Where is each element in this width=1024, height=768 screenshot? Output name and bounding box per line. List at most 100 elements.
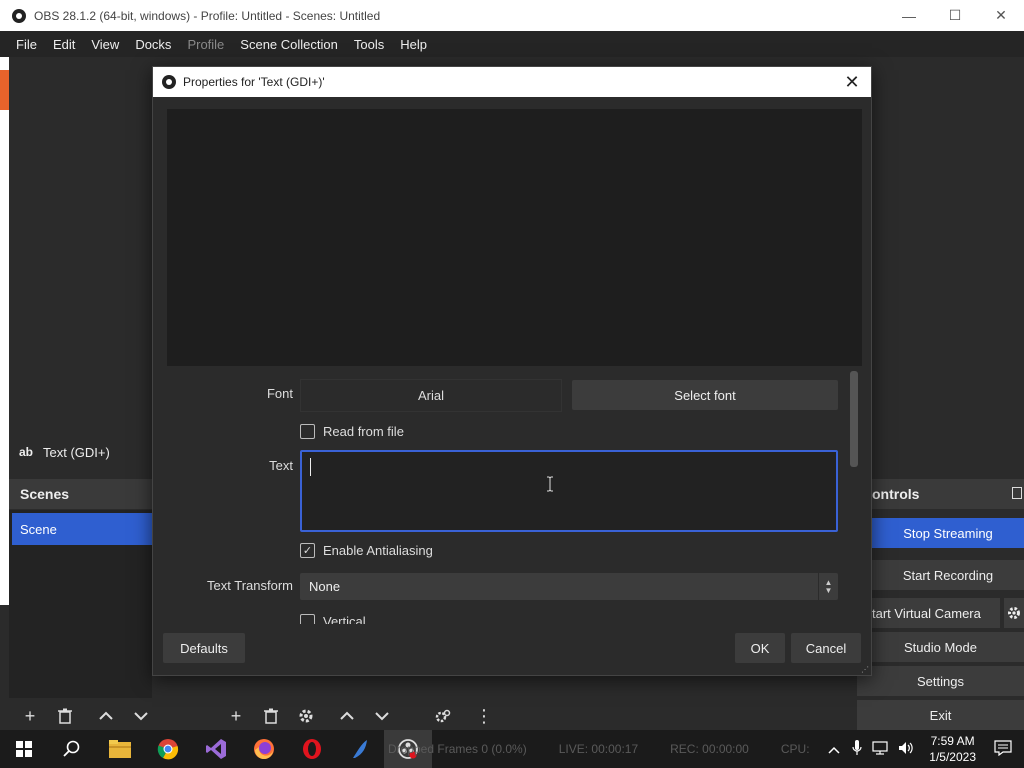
scene-up-icon[interactable] <box>92 701 120 731</box>
text-label: Text <box>269 458 293 473</box>
cancel-button[interactable]: Cancel <box>791 633 861 663</box>
text-transform-select[interactable]: None ▲ ▼ <box>300 573 838 600</box>
close-button[interactable]: ✕ <box>978 0 1024 31</box>
vertical-label: Vertical <box>323 614 366 624</box>
menu-help[interactable]: Help <box>392 37 435 52</box>
add-source-icon[interactable]: + <box>222 701 250 731</box>
menu-edit[interactable]: Edit <box>45 37 83 52</box>
studio-mode-button[interactable]: Studio Mode <box>857 632 1024 662</box>
vertical-checkbox[interactable]: Vertical <box>300 614 366 624</box>
defaults-button[interactable]: Defaults <box>163 633 245 663</box>
app-wing-icon[interactable] <box>336 730 384 768</box>
menu-scene-collection[interactable]: Scene Collection <box>232 37 346 52</box>
settings-button[interactable]: Settings <box>857 666 1024 696</box>
vertical-row-clip: Vertical <box>293 612 853 624</box>
menu-tools[interactable]: Tools <box>346 37 392 52</box>
stop-streaming-button[interactable]: Stop Streaming <box>872 518 1024 548</box>
dialog-titlebar: Properties for 'Text (GDI+)' ✕ <box>153 67 871 97</box>
scene-down-icon[interactable] <box>127 701 155 731</box>
properties-scrollbar[interactable] <box>850 371 858 467</box>
updown-arrows-icon: ▲ ▼ <box>818 573 838 600</box>
cpu-text: CPU: <box>780 742 810 756</box>
system-tray: 7:59 AM 1/5/2023 <box>821 730 1024 768</box>
text-caret <box>310 458 311 476</box>
resize-grip-icon[interactable]: ⋰ <box>861 665 869 674</box>
font-value: Arial <box>417 388 444 403</box>
text-transform-value: None <box>309 579 341 594</box>
clock[interactable]: 7:59 AM 1/5/2023 <box>929 733 976 765</box>
obs-logo-icon <box>12 8 26 23</box>
menu-file[interactable]: File <box>8 37 45 52</box>
start-icon[interactable] <box>0 730 48 768</box>
virtual-camera-gear-icon[interactable] <box>1004 598 1024 628</box>
window-title: OBS 28.1.2 (64-bit, windows) - Profile: … <box>34 8 381 23</box>
audio-settings-gear-icon[interactable] <box>429 701 457 731</box>
obs-logo-icon <box>162 75 176 89</box>
chrome-icon[interactable] <box>144 730 192 768</box>
preview-strip <box>0 57 9 605</box>
sources-toolbar: + <box>213 701 418 731</box>
live-time-text: LIVE: 00:00:17 <box>558 742 639 756</box>
obs-screen: { "window": {"title": "OBS 28.1.2 (64-bi… <box>0 0 1024 768</box>
exit-button[interactable]: Exit <box>857 700 1024 730</box>
font-display: Arial <box>300 379 562 412</box>
remove-scene-icon[interactable] <box>51 701 79 731</box>
undock-icon[interactable] <box>1012 487 1022 499</box>
checkbox-checked-icon: ✓ <box>300 543 315 558</box>
mixer-toolbar: ⋮ <box>422 701 684 731</box>
opera-icon[interactable] <box>288 730 336 768</box>
read-from-file-label: Read from file <box>323 424 404 439</box>
source-properties-gear-icon[interactable] <box>292 701 320 731</box>
start-recording-button[interactable]: Start Recording <box>872 560 1024 590</box>
text-preview <box>167 109 862 366</box>
scene-item-label: Scene <box>20 521 57 537</box>
tray-chevron-up-icon[interactable] <box>828 742 840 757</box>
add-scene-icon[interactable]: + <box>16 701 44 731</box>
network-icon[interactable] <box>872 740 888 758</box>
scenes-title: Scenes <box>20 486 70 502</box>
scene-item-scene[interactable]: Scene <box>12 513 152 545</box>
ibeam-cursor-icon <box>547 476 553 492</box>
menu-profile[interactable]: Profile <box>179 37 232 52</box>
scenes-header: Scenes <box>9 479 152 509</box>
notification-icon[interactable] <box>994 739 1012 759</box>
scenes-toolbar: + <box>9 701 209 731</box>
checkbox-empty-icon <box>300 614 315 624</box>
menu-view[interactable]: View <box>83 37 127 52</box>
start-virtual-camera-button[interactable]: tart Virtual Camera <box>872 598 1000 628</box>
controls-title: ontrols <box>872 486 920 502</box>
windows-taskbar: Dropped Frames 0 (0.0%) LIVE: 00:00:17 R… <box>0 730 1024 768</box>
obs-status-bar: Dropped Frames 0 (0.0%) LIVE: 00:00:17 R… <box>384 730 824 768</box>
file-explorer-icon[interactable] <box>96 730 144 768</box>
source-down-icon[interactable] <box>368 701 396 731</box>
properties-dialog: Properties for 'Text (GDI+)' ✕ Font Aria… <box>152 66 872 676</box>
volume-icon[interactable] <box>898 741 914 758</box>
obs-taskbar-icon[interactable] <box>384 730 432 768</box>
minimize-button[interactable]: — <box>886 0 932 31</box>
text-input[interactable] <box>300 450 838 532</box>
search-icon[interactable] <box>48 730 96 768</box>
select-font-button[interactable]: Select font <box>572 380 838 410</box>
rec-time-text: REC: 00:00:00 <box>670 742 749 756</box>
read-from-file-checkbox[interactable]: Read from file <box>300 424 404 439</box>
dialog-close-icon[interactable]: ✕ <box>837 67 867 97</box>
more-options-icon[interactable]: ⋮ <box>470 701 498 731</box>
maximize-button[interactable]: ☐ <box>932 0 978 31</box>
firefox-icon[interactable] <box>240 730 288 768</box>
remove-source-icon[interactable] <box>257 701 285 731</box>
source-up-icon[interactable] <box>333 701 361 731</box>
enable-antialiasing-checkbox[interactable]: ✓ Enable Antialiasing <box>300 543 433 558</box>
checkbox-empty-icon <box>300 424 315 439</box>
controls-header: ontrols <box>872 479 1024 509</box>
source-item[interactable]: ab Text (GDI+) <box>9 433 152 471</box>
ok-button[interactable]: OK <box>735 633 785 663</box>
clock-date: 1/5/2023 <box>929 750 976 764</box>
menu-docks[interactable]: Docks <box>127 37 179 52</box>
clock-time: 7:59 AM <box>930 734 975 748</box>
microphone-icon[interactable] <box>852 739 862 759</box>
enable-antialiasing-label: Enable Antialiasing <box>323 543 433 558</box>
font-label: Font <box>266 386 293 401</box>
text-transform-label: Text Transform <box>207 578 293 593</box>
visual-studio-icon[interactable] <box>192 730 240 768</box>
app-titlebar: OBS 28.1.2 (64-bit, windows) - Profile: … <box>0 0 1024 31</box>
